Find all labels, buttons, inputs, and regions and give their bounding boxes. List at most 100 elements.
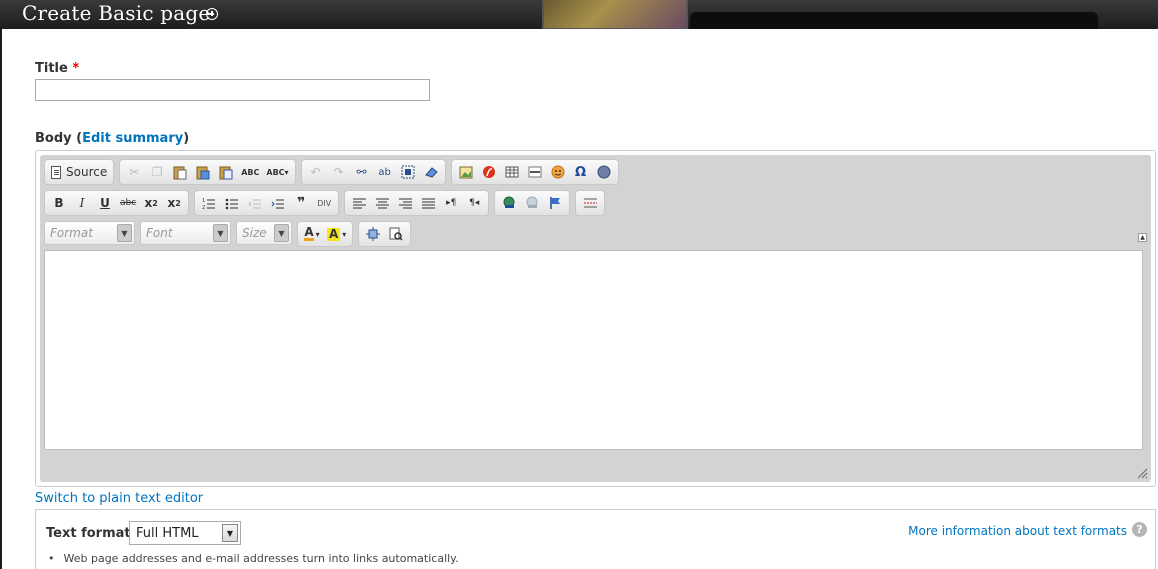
body-label-close: ) [183,131,190,146]
outdent-icon[interactable] [244,192,266,214]
show-blocks-icon[interactable] [385,223,407,245]
toolbar-group-links [494,190,571,216]
toolbar-group-paragraph: 12 ❞ DIV [194,190,340,216]
help-icon[interactable]: ? [1132,522,1147,537]
iframe-icon[interactable] [593,161,615,183]
title-input[interactable] [35,79,430,101]
svg-text:2: 2 [202,205,205,210]
toolbar-group-break [575,190,606,216]
text-format-select[interactable]: Full HTML ▼ [129,521,241,545]
toolbar-row-2: B I U abc x2 x2 12 ❞ DIV ▸¶ ¶◂ [44,190,606,216]
unlink-icon[interactable] [521,192,543,214]
align-right-icon[interactable] [394,192,416,214]
source-icon [51,165,61,179]
toolbar-row-1: Source ✂ ❐ ABC ABC▾ ↶ ↷ ⚯ ab Ω [44,159,619,185]
font-combo[interactable]: Font ▼ [140,221,231,245]
toolbar-group-source: Source [44,159,115,185]
source-button[interactable]: Source [48,161,110,183]
node-form: Title * Body (Edit summary) Source ✂ ❐ A… [2,29,1158,569]
remove-format-icon[interactable] [420,161,442,183]
toolbar-group-insert: Ω [450,159,619,185]
rtl-icon[interactable]: ¶◂ [463,192,485,214]
undo-icon[interactable]: ↶ [305,161,327,183]
anchor-icon[interactable] [544,192,566,214]
cut-icon[interactable]: ✂ [123,161,145,183]
image-icon[interactable] [455,161,477,183]
paste-text-icon[interactable] [192,161,214,183]
text-format-label: Text format [46,526,131,541]
justify-icon[interactable] [417,192,439,214]
bulleted-list-icon[interactable] [221,192,243,214]
align-center-icon[interactable] [371,192,393,214]
table-icon[interactable] [501,161,523,183]
editor-chrome: Source ✂ ❐ ABC ABC▾ ↶ ↷ ⚯ ab Ω B I U abc… [40,155,1151,482]
copy-icon[interactable]: ❐ [146,161,168,183]
numbered-list-icon[interactable]: 12 [198,192,220,214]
editor-content-area[interactable] [44,250,1143,450]
page-title: Create Basic page [22,1,211,25]
toolbar-group-tools [358,221,412,247]
blockquote-icon[interactable]: ❞ [290,192,312,214]
svg-text:1: 1 [202,198,205,204]
text-format-selected: Full HTML [136,525,199,541]
size-combo-label: Size [242,226,267,240]
toolbar-group-colors: A ▾ A ▾ [297,221,354,247]
text-color-icon[interactable]: A ▾ [301,223,323,245]
toolbar-group-clipboard: ✂ ❐ ABC ABC▾ [119,159,296,185]
strike-icon[interactable]: abc [117,192,139,214]
toolbar-group-basic-styles: B I U abc x2 x2 [44,190,190,216]
size-combo[interactable]: Size ▼ [236,221,292,245]
format-combo-label: Format [50,226,93,240]
background-color-icon[interactable]: A ▾ [324,223,349,245]
body-label: Body (Edit summary) [35,131,189,146]
paste-icon[interactable] [169,161,191,183]
smiley-icon[interactable] [547,161,569,183]
redo-icon[interactable]: ↷ [328,161,350,183]
link-icon[interactable] [498,192,520,214]
switch-plain-text-link[interactable]: Switch to plain text editor [35,491,203,506]
toolbar-group-align: ▸¶ ¶◂ [344,190,490,216]
paste-word-icon[interactable] [215,161,237,183]
resize-handle-icon[interactable] [1136,467,1148,479]
chevron-down-icon: ▼ [117,224,132,242]
spellcheck-dropdown-icon[interactable]: ABC▾ [263,161,291,183]
chevron-down-icon: ▼ [274,224,289,242]
filter-tip: Web page addresses and e-mail addresses … [48,552,459,565]
text-format-wrapper: Text format Full HTML ▼ More information… [35,509,1156,569]
superscript-icon[interactable]: x2 [163,192,185,214]
bold-icon[interactable]: B [48,192,70,214]
background-strip [690,12,1098,30]
page-break-icon[interactable] [579,192,601,214]
title-label-text: Title [35,61,68,76]
toolbar-collapse-button[interactable]: ▲ [1138,233,1147,242]
italic-icon[interactable]: I [71,192,93,214]
flash-icon[interactable] [478,161,500,183]
replace-icon[interactable]: ab [374,161,396,183]
background-thumbnail [542,0,688,30]
find-icon[interactable]: ⚯ [351,161,373,183]
edit-summary-link[interactable]: Edit summary [82,131,183,146]
format-combo[interactable]: Format ▼ [44,221,135,245]
body-label-text: Body ( [35,131,83,146]
add-shortcut-icon[interactable] [206,8,218,20]
subscript-icon[interactable]: x2 [140,192,162,214]
toolbar-group-editing: ↶ ↷ ⚯ ab [300,159,446,185]
special-char-icon[interactable]: Ω [570,161,592,183]
required-marker: * [72,61,80,76]
chevron-down-icon: ▼ [213,224,228,242]
indent-icon[interactable] [267,192,289,214]
rich-text-editor: Source ✂ ❐ ABC ABC▾ ↶ ↷ ⚯ ab Ω B I U abc… [35,150,1156,487]
align-left-icon[interactable] [348,192,370,214]
create-div-icon[interactable]: DIV [313,192,335,214]
horizontal-rule-icon[interactable] [524,161,546,183]
ltr-icon[interactable]: ▸¶ [440,192,462,214]
spellcheck-icon[interactable]: ABC [238,161,262,183]
text-format-help-link[interactable]: More information about text formats [908,524,1127,538]
chevron-down-icon: ▼ [222,524,238,542]
underline-icon[interactable]: U [94,192,116,214]
title-label: Title * [35,61,79,76]
select-all-icon[interactable] [397,161,419,183]
maximize-icon[interactable] [362,223,384,245]
font-combo-label: Font [146,226,173,240]
source-label: Source [66,165,108,179]
